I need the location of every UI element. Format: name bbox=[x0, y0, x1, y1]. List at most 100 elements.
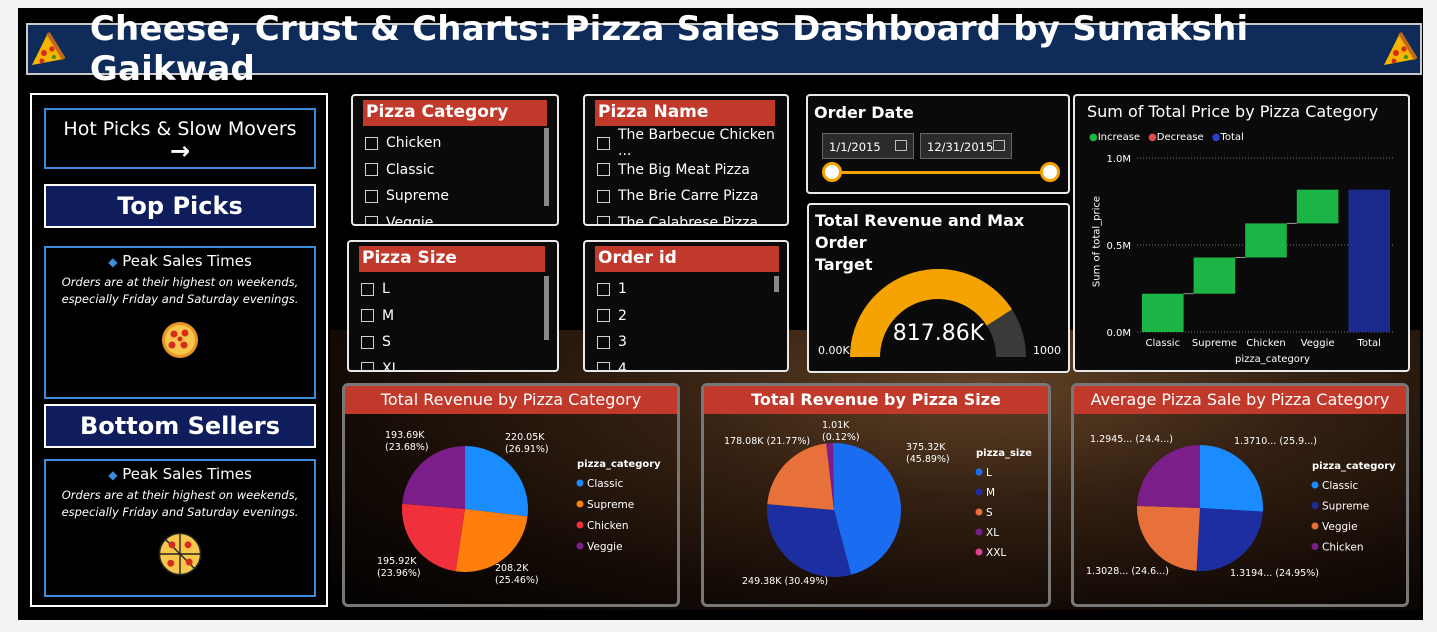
legend-dot bbox=[975, 528, 983, 536]
slicer-item-label: Chicken bbox=[386, 135, 442, 152]
slicer-item[interactable]: 3 bbox=[597, 329, 787, 356]
end-date-input[interactable]: 12/31/2015 bbox=[920, 133, 1012, 159]
pie-slice-s[interactable] bbox=[767, 443, 834, 510]
gauge-title-line-1: Total Revenue and Max Order bbox=[815, 211, 1025, 252]
order-id-slicer: Order id 1 2 3 4 bbox=[583, 240, 789, 372]
legend-item-m: M bbox=[986, 487, 995, 499]
slicer-item[interactable]: Chicken bbox=[365, 130, 557, 157]
slicer-item[interactable]: 1 bbox=[597, 276, 787, 303]
slicer-item-label: L bbox=[382, 281, 390, 298]
data-label: 195.92K bbox=[377, 556, 417, 567]
data-label: 375.32K bbox=[906, 442, 946, 453]
waterfall-bar-veggie[interactable] bbox=[1296, 189, 1339, 224]
legend-item-chicken: Chicken bbox=[1322, 542, 1364, 554]
data-label: 193.69K bbox=[385, 430, 425, 441]
scrollbar[interactable] bbox=[774, 276, 779, 292]
diamond-bullet-icon: ◆ bbox=[108, 255, 118, 269]
checkbox[interactable] bbox=[597, 282, 610, 296]
data-label: 220.05K bbox=[505, 432, 545, 443]
checkbox[interactable] bbox=[597, 362, 610, 370]
waterfall-bar-total[interactable] bbox=[1348, 189, 1390, 332]
avg-sale-by-category-card: Average Pizza Sale by Pizza Category piz… bbox=[1071, 383, 1409, 607]
range-end-handle[interactable] bbox=[1040, 162, 1060, 182]
slicer-item[interactable]: Supreme bbox=[365, 183, 557, 210]
slicer-item[interactable]: Classic bbox=[365, 157, 557, 184]
calendar-icon[interactable] bbox=[895, 140, 907, 151]
end-date-value: 12/31/2015 bbox=[927, 140, 994, 154]
legend-item-chicken: Chicken bbox=[587, 520, 629, 532]
gauge-value: 817.86K bbox=[892, 321, 985, 346]
slicer-item[interactable]: 2 bbox=[597, 303, 787, 330]
range-start-handle[interactable] bbox=[822, 162, 842, 182]
checkbox[interactable] bbox=[365, 136, 378, 150]
scrollbar[interactable] bbox=[544, 276, 549, 340]
checkbox[interactable] bbox=[361, 335, 374, 349]
legend-dot bbox=[975, 508, 983, 516]
y-tick-label: 0.0M bbox=[1106, 328, 1131, 339]
top-picks-header: Top Picks bbox=[44, 184, 316, 228]
pie-slice-veggie[interactable] bbox=[402, 446, 465, 509]
slicer-title: Order id bbox=[595, 246, 779, 272]
pie-slice-supreme[interactable] bbox=[1196, 508, 1263, 571]
slicer-item[interactable]: L bbox=[361, 276, 557, 303]
info-text-line-2: especially Friday and Saturday evenings. bbox=[61, 292, 299, 306]
info-title: Peak Sales Times bbox=[122, 252, 252, 270]
revenue-by-size-card: Total Revenue by Pizza Size pizza_size L M… bbox=[701, 383, 1051, 607]
legend-item-veggie: Veggie bbox=[1322, 521, 1358, 533]
start-date-input[interactable]: 1/1/2015 bbox=[822, 133, 914, 159]
hot-picks-nav-button[interactable]: Hot Picks & Slow Movers → bbox=[44, 108, 316, 169]
slicer-item[interactable]: The Big Meat Pizza bbox=[597, 157, 787, 184]
date-range-track bbox=[832, 171, 1052, 174]
checkbox[interactable] bbox=[365, 163, 378, 177]
data-label: 249.38K (30.49%) bbox=[742, 576, 828, 587]
calendar-icon[interactable] bbox=[993, 140, 1005, 151]
legend-title: pizza_category bbox=[1312, 461, 1396, 472]
checkbox[interactable] bbox=[361, 362, 374, 370]
slicer-item[interactable]: The Brie Carre Pizza bbox=[597, 183, 787, 210]
legend-title: pizza_category bbox=[577, 459, 661, 470]
pie-slice-chicken[interactable] bbox=[1137, 445, 1200, 508]
x-axis-label: pizza_category bbox=[1235, 354, 1310, 365]
waterfall-bar-chicken[interactable] bbox=[1245, 223, 1287, 258]
slicer-item-label: XL bbox=[382, 360, 400, 372]
slicer-item-label: The Big Meat Pizza bbox=[618, 161, 750, 178]
slicer-item[interactable]: 4 bbox=[597, 356, 787, 372]
chart-title: Average Pizza Sale by Pizza Category bbox=[1074, 386, 1406, 414]
checkbox[interactable] bbox=[365, 216, 378, 224]
checkbox[interactable] bbox=[597, 136, 610, 150]
slicer-item-label: 4 bbox=[618, 360, 627, 372]
checkbox[interactable] bbox=[597, 163, 610, 177]
scrollbar[interactable] bbox=[544, 128, 549, 206]
pizza-icon bbox=[162, 322, 198, 358]
pie-slice-veggie[interactable] bbox=[1137, 505, 1200, 571]
data-label: 1.01K bbox=[822, 420, 850, 431]
checkbox[interactable] bbox=[365, 189, 378, 203]
slicer-item[interactable]: The Calabrese Pizza bbox=[597, 210, 787, 226]
waterfall-bar-classic[interactable] bbox=[1142, 293, 1184, 332]
slicer-item[interactable]: S bbox=[361, 329, 557, 356]
y-tick-label: 1.0M bbox=[1106, 154, 1131, 165]
pizza-icon bbox=[158, 532, 202, 576]
revenue-by-size-pie: pizza_size LMS XL XXL 375.32K(45.89%) 249.38K… bbox=[724, 420, 1032, 587]
slicer-item-label: The Calabrese Pizza bbox=[618, 214, 758, 226]
checkbox[interactable] bbox=[597, 216, 610, 224]
slicer-item[interactable]: Veggie bbox=[365, 210, 557, 224]
checkbox[interactable] bbox=[597, 309, 610, 323]
slicer-item[interactable]: XL bbox=[361, 356, 557, 372]
pizza-slice-icon bbox=[31, 32, 66, 65]
checkbox[interactable] bbox=[361, 282, 374, 296]
legend-title: pizza_size bbox=[976, 448, 1032, 459]
chart-title: Total Revenue by Pizza Category bbox=[345, 386, 677, 414]
legend-dot bbox=[975, 488, 983, 496]
checkbox[interactable] bbox=[597, 335, 610, 349]
pie-slice-classic[interactable] bbox=[1200, 445, 1263, 512]
slicer-item[interactable]: M bbox=[361, 303, 557, 330]
bottom-sellers-info-box: ◆ Peak Sales Times Orders are at their h… bbox=[44, 459, 316, 597]
data-label: 1.3028... (24.6...) bbox=[1086, 566, 1169, 577]
pie-slice-classic[interactable] bbox=[465, 446, 528, 517]
waterfall-bar-supreme[interactable] bbox=[1193, 257, 1236, 294]
slicer-item[interactable]: The Barbecue Chicken ... bbox=[597, 127, 787, 159]
checkbox[interactable] bbox=[361, 309, 374, 323]
checkbox[interactable] bbox=[597, 189, 610, 203]
slicer-item-label: Classic bbox=[386, 161, 435, 178]
